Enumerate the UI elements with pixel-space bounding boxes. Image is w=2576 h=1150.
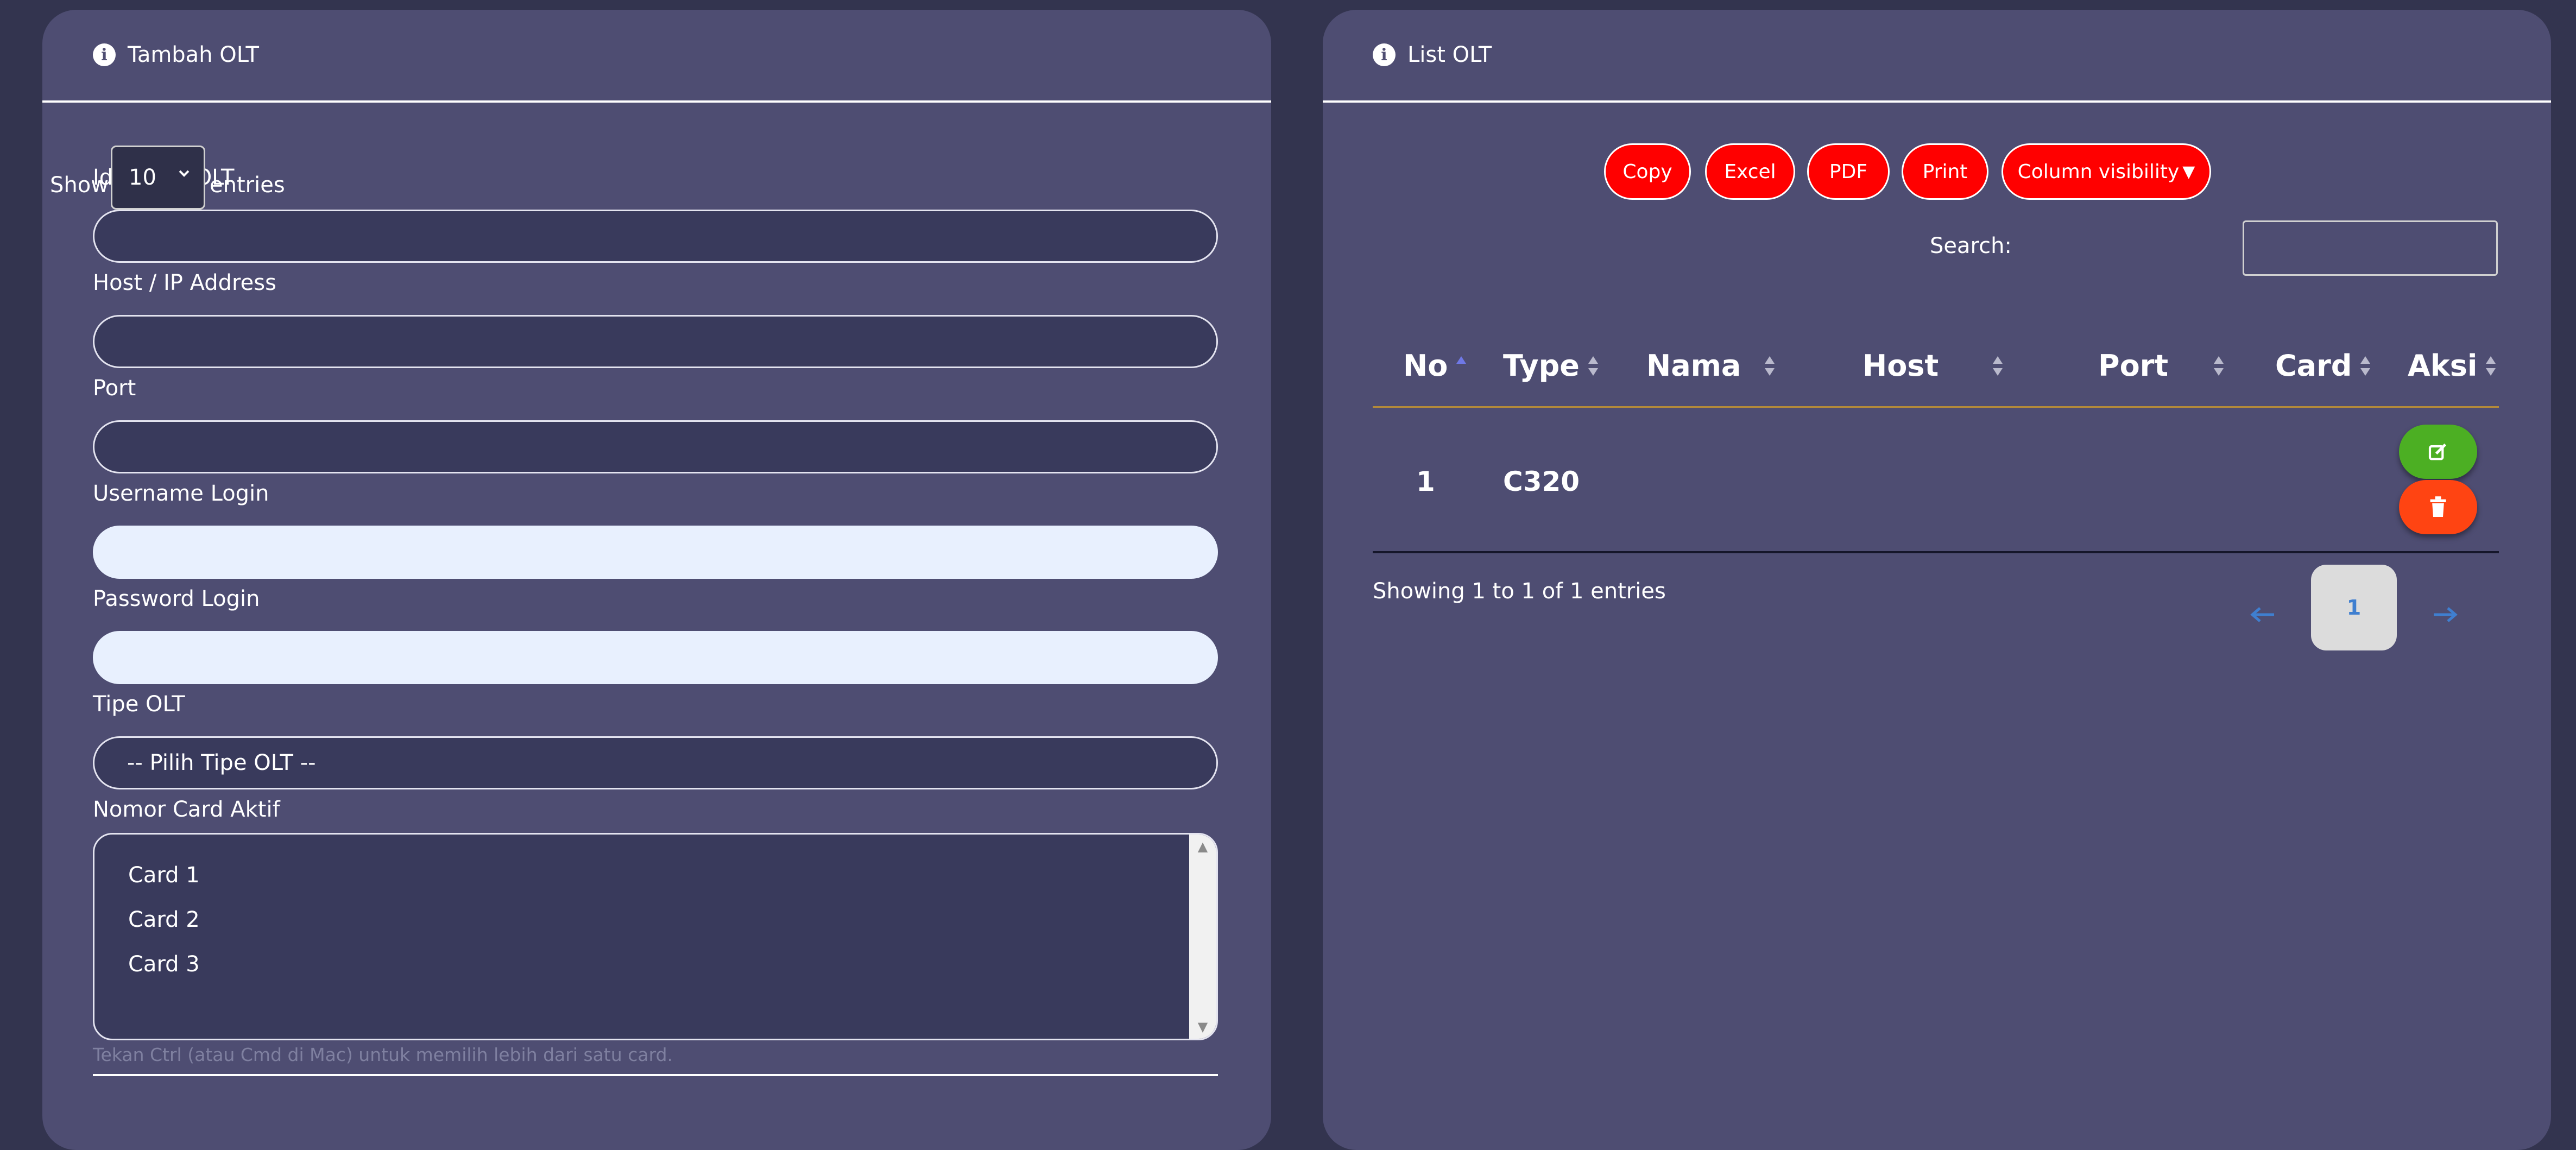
column-header-label: No: [1403, 349, 1448, 383]
sort-asc-icon: [1455, 355, 1467, 377]
column-visibility-button[interactable]: Column visibility ▼: [2002, 143, 2211, 200]
scroll-down-icon[interactable]: ▼: [1189, 1019, 1216, 1034]
column-header-label: Host: [1862, 349, 1939, 383]
column-visibility-label: Column visibility: [2017, 160, 2180, 183]
chevron-down-icon: [179, 170, 190, 177]
port-input[interactable]: [93, 420, 1218, 473]
list-olt-title: i List OLT: [1373, 42, 1492, 67]
pdf-button[interactable]: PDF: [1807, 143, 1890, 200]
card-option[interactable]: Card 3: [128, 952, 200, 977]
column-header-label: Card: [2275, 349, 2352, 383]
table-cell-no: 1: [1416, 466, 1435, 497]
print-button[interactable]: Print: [1902, 143, 1988, 200]
search-input[interactable]: [2243, 220, 2498, 276]
entries-label: entries: [210, 173, 285, 198]
column-header-host[interactable]: Host: [1862, 349, 2004, 383]
list-olt-title-text: List OLT: [1407, 42, 1492, 67]
table-header-divider: [1373, 406, 2499, 408]
search-label: Search:: [1930, 233, 2012, 258]
table-bottom-divider: [1373, 551, 2499, 553]
column-header-label: Aksi: [2408, 349, 2478, 383]
arrow-left-icon[interactable]: [2249, 604, 2276, 625]
sort-icon: [1992, 355, 2004, 377]
column-header-label: Port: [2098, 349, 2169, 383]
info-circle-icon: i: [93, 43, 116, 66]
olt-type-select[interactable]: -- Pilih Tipe OLT --: [93, 736, 1218, 789]
table-cell-type: C320: [1503, 466, 1580, 497]
arrow-right-icon[interactable]: [2432, 604, 2459, 625]
password-input[interactable]: [93, 631, 1218, 684]
card-multiselect[interactable]: Card 1 Card 2 Card 3 ▲ ▼: [93, 833, 1218, 1040]
card-hint: Tekan Ctrl (atau Cmd di Mac) untuk memil…: [93, 1044, 673, 1065]
copy-button[interactable]: Copy: [1604, 143, 1691, 200]
column-header-no[interactable]: No: [1403, 349, 1467, 383]
card-label: Nomor Card Aktif: [93, 797, 280, 822]
olt-type-selected: -- Pilih Tipe OLT --: [127, 750, 316, 775]
trash-icon: [2430, 496, 2446, 517]
list-olt-card-header: i List OLT: [1323, 10, 2551, 103]
password-label: Password Login: [93, 586, 260, 611]
sort-icon: [1587, 355, 1599, 377]
column-header-port[interactable]: Port: [2098, 349, 2225, 383]
delete-button[interactable]: [2399, 480, 2477, 534]
host-label: Host / IP Address: [93, 270, 276, 295]
page-length-value: 10: [129, 165, 156, 190]
card-list-scrollbar[interactable]: ▲ ▼: [1189, 835, 1216, 1039]
olt-type-label: Tipe OLT: [93, 692, 185, 717]
excel-button[interactable]: Excel: [1705, 143, 1795, 200]
add-olt-title: i Tambah OLT: [93, 42, 259, 67]
sort-icon: [2485, 355, 2497, 377]
show-label: Show: [50, 173, 109, 198]
column-header-type[interactable]: Type: [1503, 349, 1599, 383]
info-circle-icon: i: [1373, 43, 1396, 66]
identity-input[interactable]: [93, 210, 1218, 263]
column-header-label: Type: [1503, 349, 1580, 383]
sort-icon: [2359, 355, 2371, 377]
pagination-page-1[interactable]: 1: [2311, 565, 2397, 650]
port-label: Port: [93, 376, 136, 401]
column-header-label: Nama: [1646, 349, 1741, 383]
username-label: Username Login: [93, 481, 269, 506]
form-divider: [93, 1074, 1218, 1076]
sort-icon: [2213, 355, 2225, 377]
host-input[interactable]: [93, 315, 1218, 368]
card-option[interactable]: Card 2: [128, 907, 200, 932]
edit-icon: [2428, 443, 2447, 460]
page-length-select[interactable]: 10: [111, 146, 205, 210]
column-header-card[interactable]: Card: [2275, 349, 2371, 383]
table-info: Showing 1 to 1 of 1 entries: [1373, 579, 1666, 604]
column-header-aksi[interactable]: Aksi: [2408, 349, 2497, 383]
scroll-up-icon[interactable]: ▲: [1189, 839, 1216, 854]
column-header-nama[interactable]: Nama: [1646, 349, 1776, 383]
add-olt-title-text: Tambah OLT: [128, 42, 259, 67]
card-option[interactable]: Card 1: [128, 863, 200, 888]
add-olt-card-header: i Tambah OLT: [42, 10, 1271, 103]
username-input[interactable]: [93, 526, 1218, 579]
sort-icon: [1764, 355, 1776, 377]
caret-down-icon: ▼: [2182, 162, 2195, 181]
edit-button[interactable]: [2399, 425, 2477, 479]
